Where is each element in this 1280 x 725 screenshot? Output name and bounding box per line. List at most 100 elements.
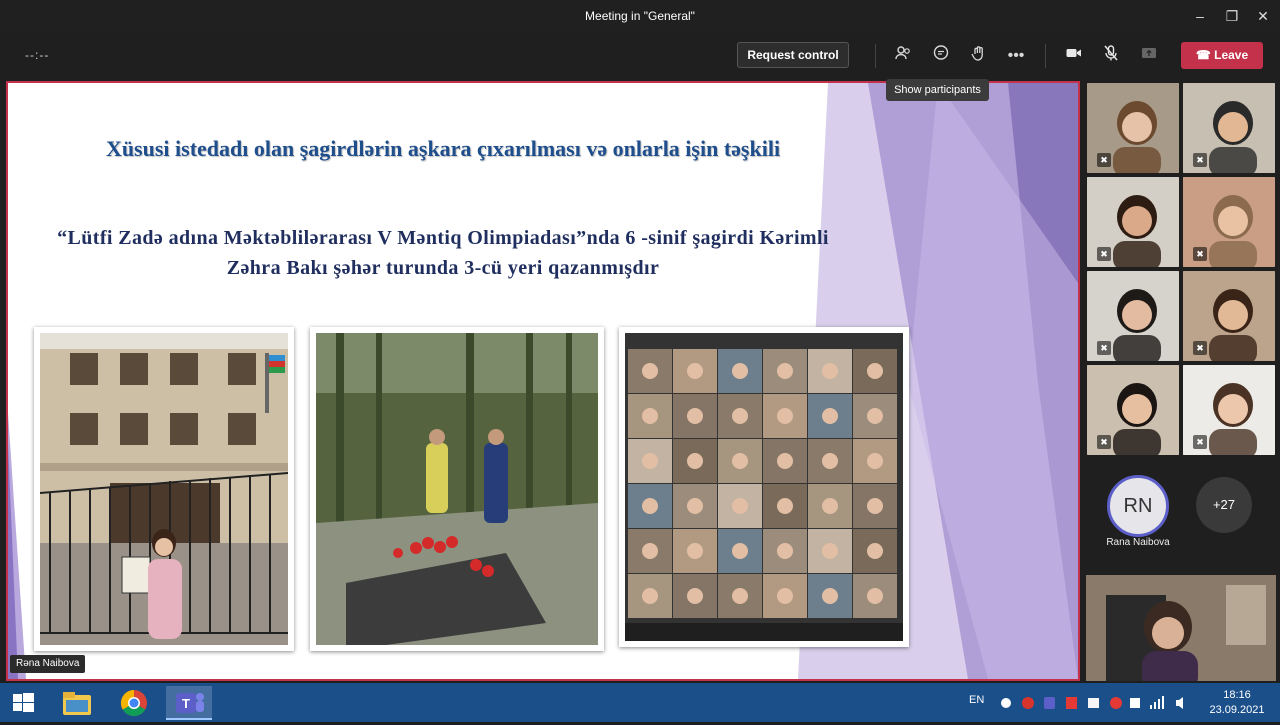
request-control-button[interactable]: Request control: [737, 42, 849, 68]
collage-face: [687, 363, 703, 379]
collage-face: [732, 588, 748, 604]
meeting-toolbar: --:-- Request control ••• ☎ Leave: [0, 32, 1280, 80]
collage-face: [732, 363, 748, 379]
meeting-timer: --:--: [25, 48, 50, 62]
collage-face: [822, 453, 838, 469]
self-view-image: [1086, 575, 1276, 681]
mic-muted-icon: ✖: [1097, 153, 1111, 167]
self-view-video: [1086, 575, 1276, 681]
minimize-icon[interactable]: –: [1190, 6, 1210, 26]
collage-face: [687, 498, 703, 514]
title-bar: Meeting in "General" – ❐ ✕: [0, 0, 1280, 32]
mic-muted-icon: ✖: [1097, 341, 1111, 355]
windows-taskbar: T EN 18:16 23.09.2021: [0, 683, 1280, 722]
file-explorer-icon[interactable]: [54, 686, 100, 720]
collage-toolbar: [625, 623, 903, 641]
leave-label: Leave: [1214, 48, 1249, 62]
participant-6-video[interactable]: ✖: [1183, 271, 1275, 361]
collage-face: [642, 363, 658, 379]
participant-5-video[interactable]: ✖: [1087, 271, 1179, 361]
window-title: Meeting in "General": [585, 9, 695, 23]
share-icon[interactable]: [1137, 44, 1161, 68]
leave-button[interactable]: ☎ Leave: [1181, 42, 1263, 69]
memorial-image: [316, 333, 598, 645]
collage-face: [687, 453, 703, 469]
collage-face: [687, 408, 703, 424]
toolbar-divider: [875, 44, 876, 68]
more-options-icon[interactable]: •••: [1004, 44, 1028, 68]
participant-2-video[interactable]: ✖: [1183, 83, 1275, 173]
collage-face: [867, 498, 883, 514]
start-button[interactable]: [0, 686, 46, 720]
chat-icon[interactable]: [929, 44, 953, 68]
mic-muted-icon: ✖: [1193, 153, 1207, 167]
video-call-collage-photo: [619, 327, 909, 647]
collage-face: [867, 408, 883, 424]
shared-screen: Xüsusi istedadı olan şagirdlərin aşkara …: [6, 81, 1080, 681]
show-participants-tooltip: Show participants: [886, 79, 989, 101]
collage-face: [867, 453, 883, 469]
collage-face: [732, 498, 748, 514]
collage-face: [867, 588, 883, 604]
participant-avatar-name: Rana Naibova: [1106, 537, 1170, 548]
mic-muted-icon: ✖: [1193, 341, 1207, 355]
teams-icon[interactable]: T: [166, 686, 212, 720]
mic-muted-icon[interactable]: [1099, 44, 1123, 68]
mic-muted-icon: ✖: [1193, 247, 1207, 261]
svg-text:T: T: [182, 696, 190, 711]
clock-date: 23.09.2021: [1209, 704, 1265, 716]
phone-hangup-icon: ☎: [1195, 48, 1211, 62]
collage-face: [642, 498, 658, 514]
clock-time: 18:16: [1223, 689, 1251, 701]
mic-muted-icon: ✖: [1193, 435, 1207, 449]
participant-1-video[interactable]: ✖: [1087, 83, 1179, 173]
participants-icon[interactable]: [891, 44, 915, 68]
video-call-collage-image: [625, 333, 903, 641]
collage-face: [822, 588, 838, 604]
slide-subtitle: “Lütfi Zadə adına Məktəblilərarası V Mən…: [57, 227, 829, 279]
collage-face: [687, 588, 703, 604]
mic-muted-icon: ✖: [1097, 247, 1111, 261]
collage-face: [777, 453, 793, 469]
collage-face: [822, 543, 838, 559]
school-building-photo: [34, 327, 294, 651]
chrome-icon[interactable]: [111, 686, 157, 720]
collage-face: [822, 498, 838, 514]
collage-face: [867, 543, 883, 559]
collage-face: [642, 588, 658, 604]
memorial-photo: [310, 327, 604, 651]
language-indicator[interactable]: EN: [969, 694, 984, 706]
collage-face: [732, 543, 748, 559]
collage-face: [732, 453, 748, 469]
participant-7-video[interactable]: ✖: [1087, 365, 1179, 455]
raise-hand-icon[interactable]: [967, 44, 991, 68]
close-icon[interactable]: ✕: [1253, 6, 1273, 26]
camera-icon[interactable]: [1062, 44, 1086, 68]
collage-face: [642, 408, 658, 424]
tray-icons[interactable]: [1000, 695, 1200, 714]
more-participants-button[interactable]: +27: [1196, 477, 1252, 533]
collage-face: [732, 408, 748, 424]
presenter-name-tag: Rəna Naibova: [10, 655, 86, 673]
participant-3-video[interactable]: ✖: [1087, 177, 1179, 267]
collage-face: [642, 453, 658, 469]
participant-avatar[interactable]: RN: [1107, 475, 1169, 537]
collage-face: [777, 498, 793, 514]
collage-face: [642, 543, 658, 559]
collage-face: [777, 588, 793, 604]
collage-face: [777, 408, 793, 424]
collage-face: [777, 363, 793, 379]
collage-face: [822, 363, 838, 379]
collage-face: [822, 408, 838, 424]
participant-4-video[interactable]: ✖: [1183, 177, 1275, 267]
presentation-slide: Xüsusi istedadı olan şagirdlərin aşkara …: [8, 83, 1078, 679]
participant-8-video[interactable]: ✖: [1183, 365, 1275, 455]
collage-face: [777, 543, 793, 559]
collage-face: [867, 363, 883, 379]
toolbar-divider: [1045, 44, 1046, 68]
restore-icon[interactable]: ❐: [1222, 6, 1242, 26]
collage-face: [687, 543, 703, 559]
taskbar-clock[interactable]: 18:16 23.09.2021: [1205, 688, 1269, 718]
school-building-image: [40, 333, 288, 645]
mic-muted-icon: ✖: [1097, 435, 1111, 449]
